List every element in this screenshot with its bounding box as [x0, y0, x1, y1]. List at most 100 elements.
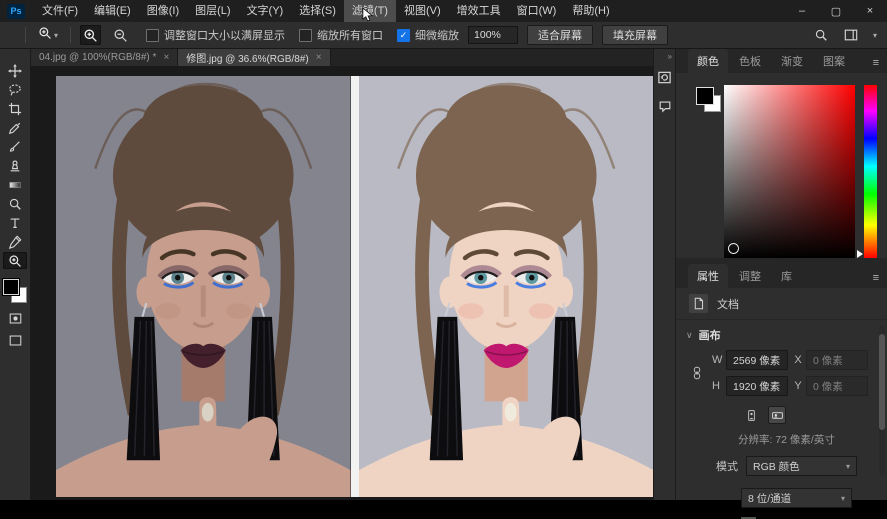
checkbox-细微缩放[interactable]: ✓ 细微缩放 — [397, 27, 459, 43]
pen-tool[interactable] — [3, 233, 27, 250]
color-tab-色板[interactable]: 色板 — [730, 49, 770, 73]
properties-scrollbar[interactable] — [879, 326, 885, 476]
menu-视图(V)[interactable]: 视图(V) — [396, 0, 449, 22]
foreground-color-swatch[interactable] — [3, 279, 19, 295]
hue-slider[interactable] — [857, 85, 877, 258]
photoshop-logo: Ps — [7, 3, 25, 19]
clone-stamp-tool[interactable] — [3, 157, 27, 174]
checkbox-label: 缩放所有窗口 — [317, 30, 384, 42]
tab-label: 04.jpg @ 100%(RGB/8#) * — [39, 52, 157, 63]
width-field[interactable]: 2569 像素 — [726, 350, 788, 370]
panel-menu-icon[interactable]: ≡ — [873, 272, 879, 288]
foreground-color-swatch[interactable] — [696, 87, 714, 105]
color-mode-value: RGB 颜色 — [753, 460, 800, 473]
zoom-in-button[interactable] — [80, 25, 102, 45]
maximize-button[interactable]: ▢ — [819, 0, 853, 22]
dodge-tool[interactable] — [3, 195, 27, 212]
bit-depth-select[interactable]: 8 位/通道 ▾ — [741, 488, 852, 508]
menu-bar: Ps 文件(F) 编辑(E) 图像(I) 图层(L) 文字(Y) 选择(S) 滤镜(T) 视图… — [0, 0, 887, 22]
type-tool[interactable] — [3, 214, 27, 231]
color-tab-图案[interactable]: 图案 — [814, 49, 854, 73]
close-button[interactable]: × — [853, 0, 887, 22]
quick-mask-icon[interactable] — [9, 312, 22, 325]
chevron-down-icon: ▾ — [840, 493, 845, 503]
color-tab-颜色[interactable]: 颜色 — [688, 49, 728, 73]
collapsed-panel-dock: » — [653, 49, 675, 500]
properties-tab-调整[interactable]: 调整 — [730, 264, 770, 288]
menu-增效工具[interactable]: 增效工具 — [449, 0, 509, 22]
home-icon[interactable] — [10, 25, 16, 45]
menu-编辑(E)[interactable]: 编辑(E) — [86, 0, 139, 22]
hue-slider-handle[interactable] — [857, 250, 863, 258]
color-mode-select[interactable]: RGB 颜色 ▾ — [746, 456, 857, 476]
menu-图层(L)[interactable]: 图层(L) — [187, 0, 238, 22]
gradient-tool[interactable] — [3, 176, 27, 193]
menu-图像(I)[interactable]: 图像(I) — [139, 0, 187, 22]
color-picker-handle[interactable] — [728, 243, 739, 254]
collapse-right-icon[interactable]: » — [668, 52, 672, 61]
workspace-switcher-icon[interactable] — [841, 25, 861, 45]
eyedropper-tool[interactable] — [3, 119, 27, 136]
brush-tool[interactable] — [3, 138, 27, 155]
landscape-orientation-button[interactable] — [768, 406, 786, 424]
right-panel: 颜色 色板 渐变 图案 ≡ 属性 调整库 ≡ 文档 ∨ 画布 W 2569 像素… — [675, 49, 887, 519]
color-swatches[interactable] — [690, 85, 724, 258]
button-填充屏幕[interactable]: 填充屏幕 — [602, 25, 669, 45]
crop-tool[interactable] — [3, 100, 27, 117]
checkbox-调整窗口大小以满屏显示[interactable]: ✓ 调整窗口大小以满屏显示 — [146, 27, 285, 43]
minimize-button[interactable]: – — [785, 0, 819, 22]
history-panel-icon[interactable] — [657, 70, 672, 90]
panel-menu-icon[interactable]: ≡ — [873, 57, 879, 73]
menu-帮助(H)[interactable]: 帮助(H) — [564, 0, 617, 22]
menu-文件(F)[interactable]: 文件(F) — [34, 0, 86, 22]
search-icon[interactable] — [811, 25, 831, 45]
screen-mode-icon[interactable] — [9, 334, 22, 347]
photo-after-retouch — [359, 76, 654, 497]
link-dimensions-icon[interactable] — [684, 366, 710, 380]
scrollbar-thumb[interactable] — [879, 334, 885, 430]
lasso-tool[interactable] — [3, 81, 27, 98]
close-tab-icon[interactable]: × — [163, 52, 169, 63]
checked-checkbox-icon[interactable]: ✓ — [397, 28, 411, 42]
color-tab-渐变[interactable]: 渐变 — [772, 49, 812, 73]
close-tab-icon[interactable]: × — [316, 52, 322, 63]
main-menu: 文件(F) 编辑(E) 图像(I) 图层(L) 文字(Y) 选择(S) 滤镜(T) 视图(V)… — [34, 0, 618, 22]
document-tab[interactable]: 修图.jpg @ 36.6%(RGB/8#) × — [178, 49, 331, 66]
document-tab[interactable]: 04.jpg @ 100%(RGB/8#) * × — [31, 49, 179, 66]
canvas-section-label: 画布 — [698, 330, 721, 342]
y-field[interactable]: 0 像素 — [806, 376, 868, 396]
height-field[interactable]: 1920 像素 — [726, 376, 788, 396]
x-field[interactable]: 0 像素 — [806, 350, 868, 370]
move-tool[interactable] — [3, 62, 27, 79]
canvas-area: 04.jpg @ 100%(RGB/8#) * × 修图.jpg @ 36.6%(R… — [31, 49, 653, 500]
menu-窗口(W)[interactable]: 窗口(W) — [509, 0, 565, 22]
zoom-level-input[interactable]: 100% — [468, 26, 519, 44]
chevron-down-icon: ▾ — [872, 30, 877, 40]
zoom-tool[interactable] — [3, 252, 27, 269]
checkbox-缩放所有窗口[interactable]: ✓ 缩放所有窗口 — [299, 27, 383, 43]
height-label: H — [712, 380, 720, 392]
canvas-section-header[interactable]: ∨ 画布 — [676, 320, 887, 347]
color-panel-tabs: 颜色 色板 渐变 图案 ≡ — [676, 49, 887, 73]
menu-文字(Y)[interactable]: 文字(Y) — [239, 0, 292, 22]
zoom-tool-preset[interactable]: ▾ — [35, 25, 61, 45]
menu-选择(S)[interactable]: 选择(S) — [291, 0, 344, 22]
properties-panel-tabs: 属性 调整库 ≡ — [676, 264, 887, 288]
comments-panel-icon[interactable] — [658, 99, 672, 118]
window-controls: – ▢ × — [785, 0, 887, 22]
properties-tab-属性[interactable]: 属性 — [688, 264, 728, 288]
foreground-background-swatches[interactable] — [3, 279, 27, 303]
divider — [25, 27, 26, 43]
unchecked-checkbox-icon[interactable]: ✓ — [299, 28, 313, 42]
portrait-orientation-button[interactable] — [742, 406, 760, 424]
tool-bar — [0, 49, 31, 500]
properties-tab-库[interactable]: 库 — [772, 264, 801, 288]
button-适合屏幕[interactable]: 适合屏幕 — [527, 25, 594, 45]
document-viewport[interactable] — [31, 66, 653, 500]
menu-滤镜(T)[interactable]: 滤镜(T) — [343, 0, 396, 22]
saturation-brightness-box[interactable] — [724, 85, 855, 258]
document-properties-row: 文档 — [676, 288, 887, 320]
zoom-action-buttons: 适合屏幕 填充屏幕 — [527, 25, 669, 45]
unchecked-checkbox-icon[interactable]: ✓ — [146, 28, 160, 42]
zoom-out-button[interactable] — [110, 25, 131, 45]
